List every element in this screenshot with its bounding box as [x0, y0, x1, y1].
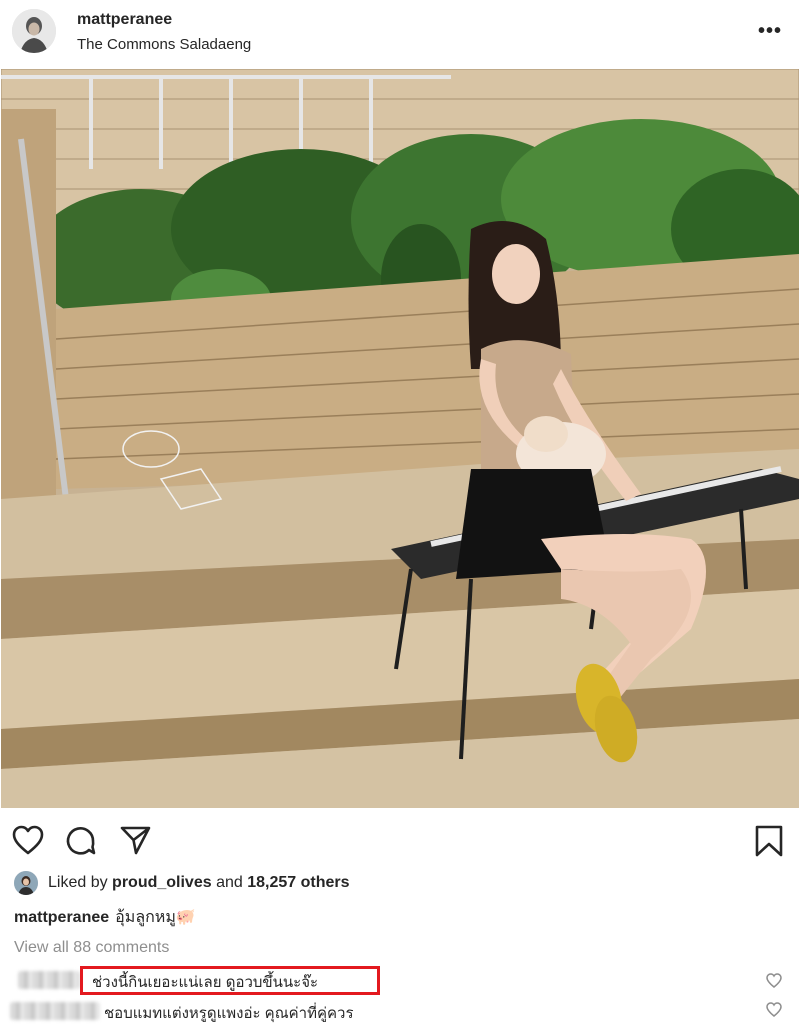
- highlight-box: [80, 966, 380, 995]
- bookmark-icon[interactable]: [754, 825, 784, 862]
- post-photo[interactable]: [1, 69, 799, 808]
- post-actions: [0, 815, 800, 865]
- post-header: mattperanee The Commons Saladaeng •••: [0, 0, 800, 68]
- post-caption: mattperanee อุ้มลูกหมู🐖: [14, 907, 196, 929]
- username[interactable]: mattperanee: [77, 10, 251, 30]
- liker-avatar[interactable]: [14, 871, 38, 895]
- heart-icon[interactable]: [12, 825, 44, 860]
- likes-summary: Liked by proud_olives and 18,257 others: [14, 868, 350, 898]
- share-icon[interactable]: [119, 825, 151, 860]
- comment-icon[interactable]: [65, 825, 97, 862]
- likes-count[interactable]: 18,257 others: [247, 874, 349, 891]
- view-all-comments-link[interactable]: View all 88 comments: [14, 939, 169, 957]
- more-options-icon[interactable]: •••: [758, 20, 782, 43]
- caption-text: อุ้มลูกหมู🐖: [115, 909, 196, 926]
- avatar[interactable]: [12, 9, 56, 53]
- comment-like-heart-icon[interactable]: [766, 973, 782, 993]
- liker-username[interactable]: proud_olives: [112, 874, 212, 891]
- blurred-commenter-name[interactable]: [10, 1002, 100, 1020]
- blurred-commenter-name[interactable]: [18, 971, 80, 989]
- location-tag[interactable]: The Commons Saladaeng: [77, 35, 251, 55]
- comment-text: ชอบแมทแต่งหรูดูแพงอ่ะ คุณค่าที่คู่ควร: [104, 1005, 354, 1022]
- caption-username[interactable]: mattperanee: [14, 909, 109, 926]
- comment-item: ชอบแมทแต่งหรูดูแพงอ่ะ คุณค่าที่คู่ควร: [0, 998, 800, 1024]
- comment-like-heart-icon[interactable]: [766, 1002, 782, 1022]
- likes-middle: and: [211, 874, 248, 891]
- likes-prefix: Liked by: [48, 874, 113, 891]
